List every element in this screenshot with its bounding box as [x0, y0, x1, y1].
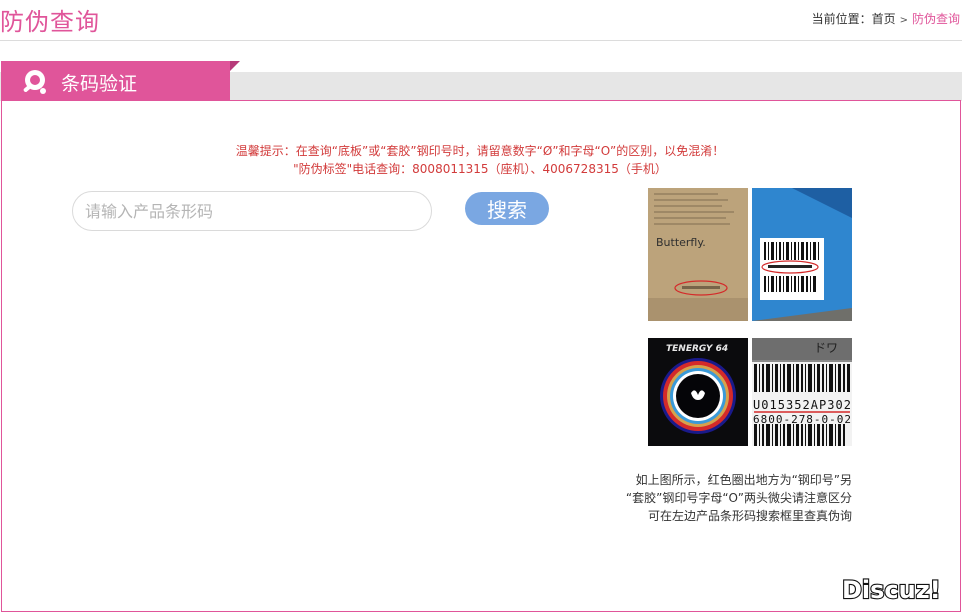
- breadcrumb-prefix: 当前位置：: [811, 12, 872, 26]
- page: 防伪查询 当前位置：首页 > 防伪查询 条码验证 温馨提示：在查询“底板”或“套胶”…: [0, 0, 962, 614]
- box-barcode-image: [752, 188, 852, 321]
- tab-barcode-verify[interactable]: 条码验证: [1, 61, 230, 101]
- stamp-code-text: U015352AP302: [753, 398, 851, 412]
- page-title: 防伪查询: [0, 8, 100, 36]
- rubber-brand-text: TENERGY 64: [666, 344, 728, 354]
- blade-stamp-image: Butterfly.: [648, 188, 748, 321]
- rubber-image: TENERGY 64: [648, 338, 748, 446]
- breadcrumb-home-link[interactable]: 首页: [872, 12, 896, 26]
- tips-line-2: "防伪标签"电话查询：8008011315（座机）、4006728315（手机）: [293, 162, 667, 176]
- tab-label: 条码验证: [61, 73, 138, 95]
- code-closeup-image: ドワ U015352AP302 6800-278-0-02: [752, 338, 852, 446]
- box-label-text: ドワ: [814, 341, 838, 355]
- watermark-text: Discuz!: [842, 576, 941, 604]
- tips-block: 温馨提示：在查询“底板”或“套胶”钢印号时，请留意数字“Ø”和字母“O”的区别，…: [180, 142, 780, 178]
- header-divider: [0, 40, 962, 41]
- image-caption: 如上图所示，红色圈出地方为“钢印号”另 “套胶”钢印号字母“O”两头微尖请注意区…: [560, 471, 852, 525]
- barcode-search-input[interactable]: [85, 200, 415, 222]
- caption-line-3: 可在左边产品条形码搜索框里查真伪询: [647, 509, 852, 523]
- stamp-code-text-2: 6800-278-0-02: [753, 413, 851, 426]
- tips-line-1: 温馨提示：在查询“底板”或“套胶”钢印号时，请留意数字“Ø”和字母“O”的区别，…: [235, 144, 725, 158]
- breadcrumb-separator: >: [899, 15, 908, 26]
- search-box: [72, 191, 432, 231]
- breadcrumb-current: 防伪查询: [911, 12, 960, 26]
- tab-notch: [230, 61, 240, 71]
- blade-brand-text: Butterfly.: [656, 236, 706, 249]
- caption-line-2: “套胶”钢印号字母“O”两头微尖请注意区分: [625, 491, 852, 505]
- caption-line-1: 如上图所示，红色圈出地方为“钢印号”另: [635, 473, 852, 487]
- search-button[interactable]: 搜索: [465, 192, 549, 225]
- breadcrumb: 当前位置：首页 > 防伪查询: [812, 10, 960, 27]
- ping-pong-icon: [23, 70, 46, 94]
- discuz-watermark: Discuz!: [841, 575, 942, 604]
